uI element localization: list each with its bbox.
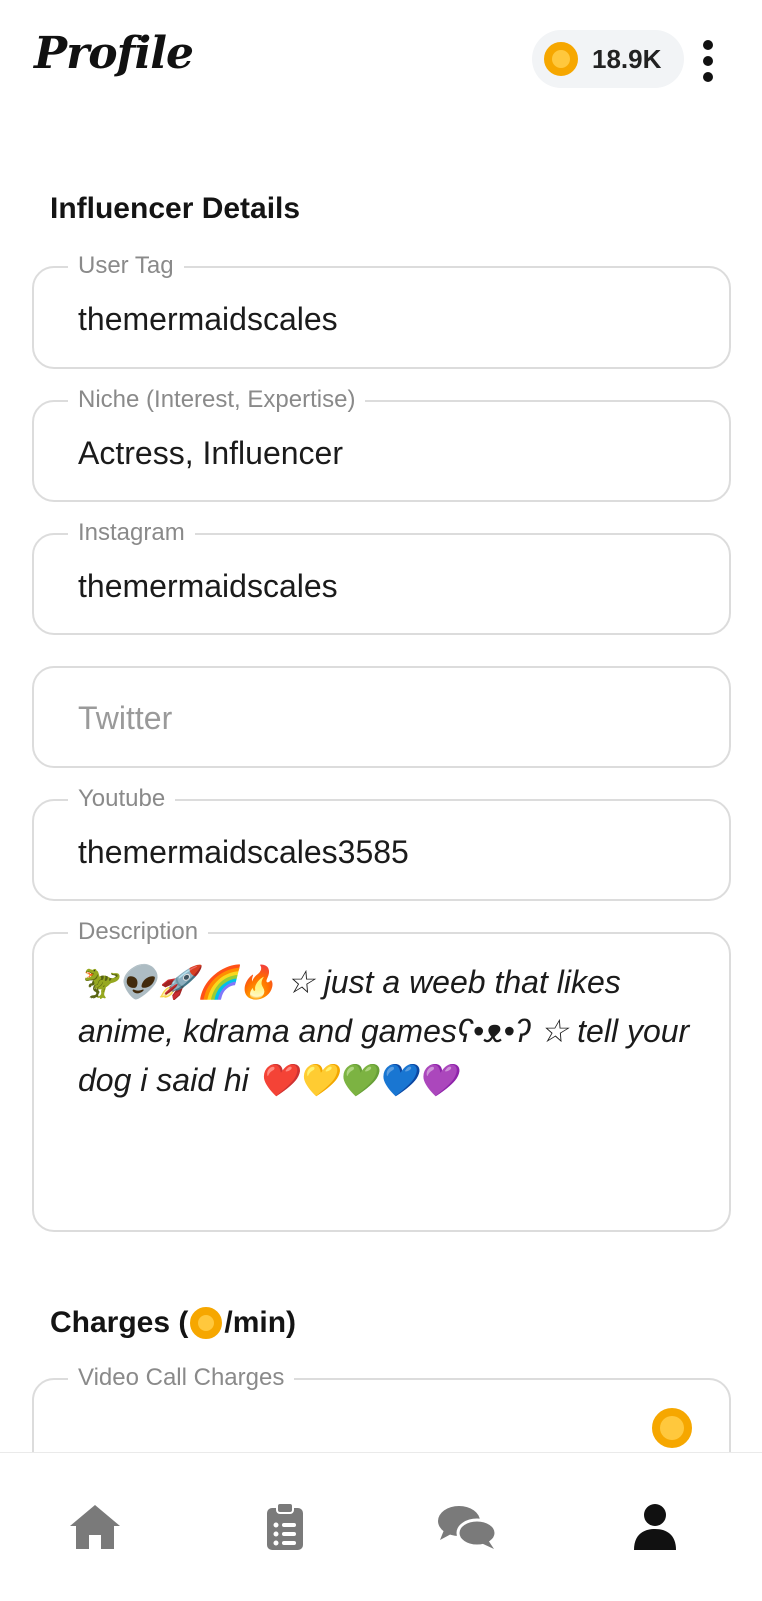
- instagram-label: Instagram: [68, 517, 195, 549]
- instagram-field[interactable]: Instagram themermaidscales: [32, 517, 731, 635]
- user-tag-label: User Tag: [68, 250, 184, 282]
- niche-field[interactable]: Niche (Interest, Expertise) Actress, Inf…: [32, 384, 731, 502]
- clipboard-list-icon: [267, 1502, 303, 1550]
- section-title-charges: Charges ( /min): [50, 1306, 296, 1340]
- nav-tasks[interactable]: [190, 1453, 380, 1601]
- more-vertical-icon[interactable]: [696, 40, 720, 82]
- youtube-value: themermaidscales3585: [78, 834, 409, 870]
- coin-icon: [190, 1307, 223, 1339]
- charges-title-prefix: Charges (: [50, 1306, 189, 1339]
- video-call-charges-field[interactable]: Video Call Charges: [32, 1362, 731, 1452]
- user-tag-value: themermaidscales: [78, 301, 338, 337]
- video-call-charges-label: Video Call Charges: [68, 1362, 295, 1394]
- youtube-field[interactable]: Youtube themermaidscales3585: [32, 783, 731, 901]
- nav-home[interactable]: [0, 1453, 190, 1601]
- youtube-label: Youtube: [68, 783, 176, 815]
- coin-balance: 18.9K: [592, 43, 662, 74]
- profile-scroll-area[interactable]: Influencer Details User Tag themermaidsc…: [0, 120, 762, 1452]
- chat-bubbles-icon: [438, 1506, 498, 1549]
- user-icon: [634, 1504, 676, 1550]
- description-value: 🦖👽🚀🌈🔥 ☆ just a weeb that likes anime, kd…: [78, 964, 690, 1098]
- twitter-field[interactable]: Twitter: [32, 666, 731, 768]
- twitter-placeholder: Twitter: [78, 700, 173, 736]
- nav-profile[interactable]: [560, 1453, 750, 1601]
- user-tag-field[interactable]: User Tag themermaidscales: [32, 250, 731, 369]
- section-title-influencer: Influencer Details: [50, 192, 301, 225]
- niche-value: Actress, Influencer: [78, 435, 343, 471]
- charges-title-suffix: /min): [224, 1306, 297, 1339]
- home-icon: [70, 1505, 120, 1549]
- coin-icon: [652, 1408, 692, 1448]
- app-header: Profile 18.9K: [0, 0, 762, 120]
- description-label: Description: [68, 916, 209, 948]
- instagram-value: themermaidscales: [78, 568, 338, 604]
- coin-balance-pill[interactable]: 18.9K: [532, 30, 684, 88]
- coin-icon: [544, 42, 578, 76]
- description-field[interactable]: Description 🦖👽🚀🌈🔥 ☆ just a weeb that lik…: [32, 916, 731, 1232]
- bottom-nav: [0, 1452, 762, 1601]
- page-title: Profile: [34, 28, 194, 79]
- nav-chats[interactable]: [372, 1453, 562, 1601]
- niche-label: Niche (Interest, Expertise): [68, 384, 366, 416]
